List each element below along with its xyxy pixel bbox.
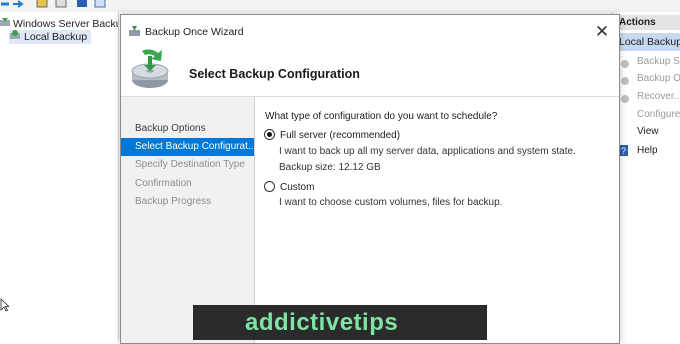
step-select-backup-configuration[interactable]: Select Backup Configurat...: [121, 138, 254, 156]
action-help[interactable]: ? Help: [612, 142, 680, 159]
full-server-option[interactable]: Full server (recommended): [264, 129, 400, 141]
local-backup-icon: [9, 30, 21, 44]
step-backup-options[interactable]: Backup Options: [121, 120, 254, 138]
properties-icon[interactable]: [55, 0, 67, 8]
svg-text:?: ?: [621, 146, 626, 156]
action-configure-performance[interactable]: Configure P: [612, 106, 680, 123]
custom-option[interactable]: Custom: [264, 181, 314, 193]
step-backup-progress: Backup Progress: [135, 196, 212, 207]
backup-once-wizard-dialog: Backup Once Wizard ✕ Select Backup Confi…: [120, 14, 620, 344]
configuration-question: What type of configuration do you want t…: [265, 111, 498, 122]
full-server-label: Full server (recommended): [280, 130, 401, 141]
action-view[interactable]: View: [612, 123, 680, 140]
action-backup-schedule[interactable]: Backup Sche: [612, 53, 680, 70]
action-recover[interactable]: Recover...: [612, 88, 680, 105]
wizard-title-icon: [128, 25, 141, 40]
recover-icon: [620, 92, 630, 105]
full-server-description: I want to back up all my server data, ap…: [279, 146, 576, 157]
step-confirmation: Confirmation: [135, 178, 192, 189]
addictivetips-watermark: addictivetips: [193, 305, 487, 340]
actions-header: Actions: [612, 15, 680, 30]
watermark-logo-text: addictivetips: [245, 309, 399, 336]
close-button[interactable]: ✕: [587, 19, 617, 45]
custom-description: I want to choose custom volumes, files f…: [279, 197, 503, 208]
console-tree-icon[interactable]: [36, 0, 48, 8]
backup-wizard-icon: [128, 47, 174, 94]
backup-once-icon: [620, 74, 630, 87]
wizard-header: Select Backup Configuration: [121, 49, 619, 95]
action-backup-once[interactable]: Backup Onc: [612, 70, 680, 87]
dialog-title: Backup Once Wizard: [145, 26, 244, 38]
backup-schedule-icon: [620, 57, 630, 70]
page-title: Select Backup Configuration: [189, 67, 360, 81]
forward-arrow-icon[interactable]: [12, 0, 24, 8]
custom-radio[interactable]: [264, 181, 275, 192]
tree-item-local-backup[interactable]: Local Backup: [9, 30, 92, 44]
backup-size-text: Backup size: 12.12 GB: [279, 162, 381, 173]
step-specify-destination-type: Specify Destination Type: [135, 159, 245, 170]
actions-section-local-backup[interactable]: Local Backup: [612, 33, 680, 51]
console-tree: Windows Server Backup (L Local Backup: [0, 12, 140, 340]
help-toolbar-icon[interactable]: [76, 0, 88, 8]
full-server-radio[interactable]: [264, 129, 275, 140]
dialog-titlebar[interactable]: Backup Once Wizard ✕: [121, 15, 619, 49]
actions-pane: Actions Local Backup Backup Sche Backup …: [611, 12, 680, 340]
mouse-cursor-icon: [0, 298, 11, 315]
help-icon: ?: [619, 145, 629, 159]
show-hide-icon[interactable]: [94, 0, 106, 8]
back-arrow-icon[interactable]: [0, 0, 10, 8]
custom-label: Custom: [280, 182, 315, 193]
